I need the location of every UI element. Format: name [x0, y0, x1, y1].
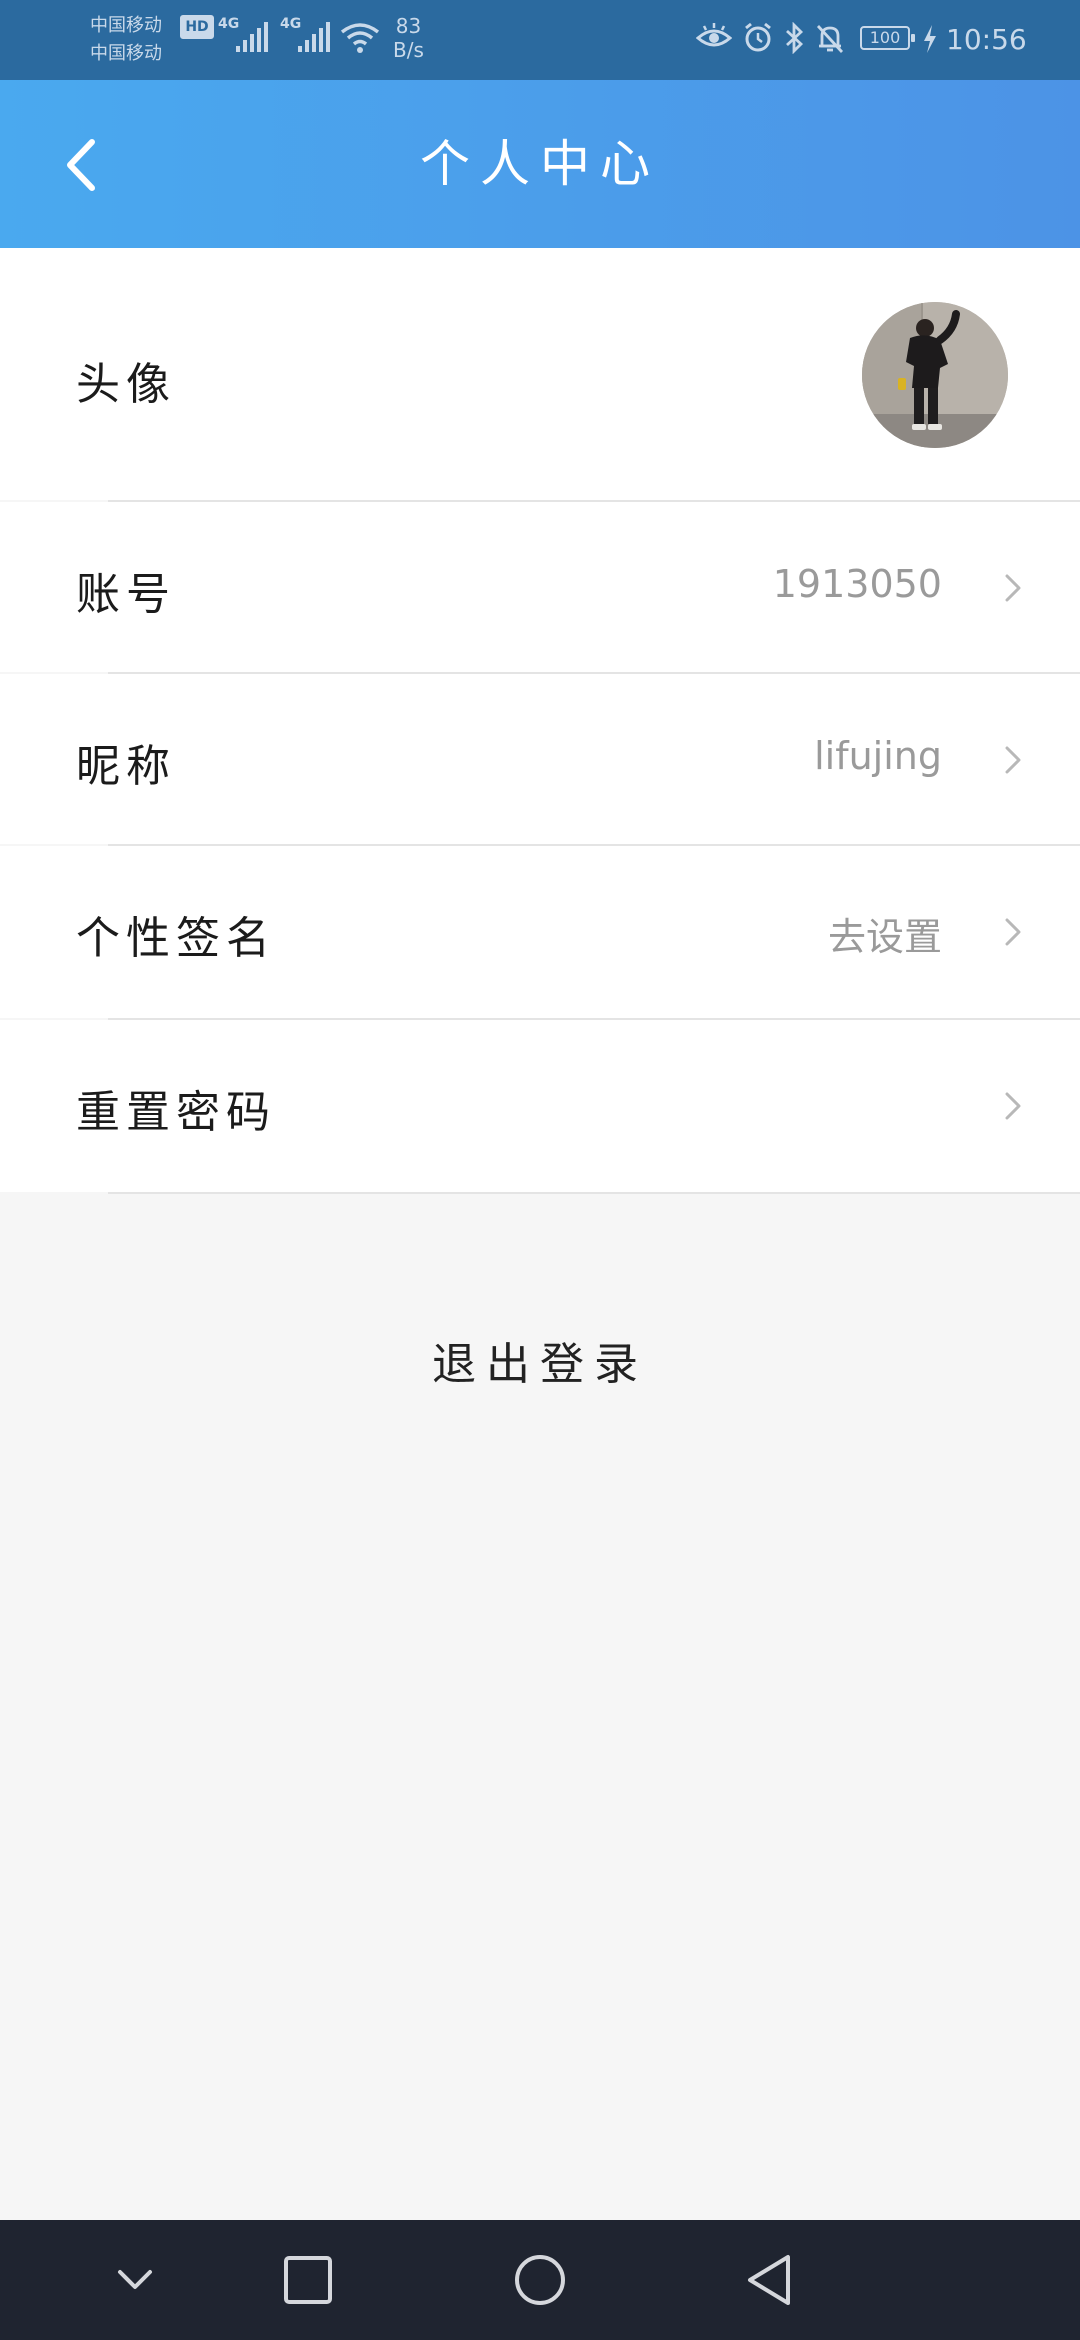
signature-label: 个性签名 — [76, 913, 276, 964]
chevron-right-icon — [1005, 574, 1021, 602]
account-label: 账号 — [76, 569, 176, 620]
account-value: 1913050 — [772, 562, 942, 606]
divider — [108, 1192, 1080, 1194]
reset-password-row[interactable]: 重置密码 — [0, 1020, 1080, 1192]
nickname-value: lifujing — [814, 734, 942, 778]
mute-icon — [814, 22, 846, 58]
battery-icon: 100 — [860, 26, 915, 50]
page-title: 个人中心 — [420, 135, 660, 193]
net-speed-value: 83 — [395, 14, 422, 38]
account-row[interactable]: 账号 1913050 — [0, 502, 1080, 672]
alarm-icon — [742, 22, 774, 58]
charging-icon — [922, 24, 938, 58]
carrier-2: 中国移动 — [90, 43, 162, 64]
app-header: 个人中心 — [0, 80, 1080, 248]
wifi-icon — [340, 22, 380, 58]
net-speed-unit: B/s — [393, 38, 424, 62]
chevron-down-icon[interactable] — [100, 2250, 170, 2310]
net-speed: 83 B/s — [393, 14, 424, 62]
status-time: 10:56 — [946, 23, 1027, 56]
square-recent-icon[interactable] — [273, 2250, 343, 2310]
avatar[interactable] — [862, 302, 1008, 448]
chevron-right-icon — [1005, 1092, 1021, 1120]
nickname-row[interactable]: 昵称 lifujing — [0, 674, 1080, 844]
chevron-right-icon — [1005, 746, 1021, 774]
reset-password-label: 重置密码 — [76, 1087, 276, 1138]
signal-1-icon: 4G — [218, 16, 274, 56]
signal-2-icon: 4G — [280, 16, 336, 56]
bluetooth-icon — [784, 21, 806, 58]
avatar-photo — [862, 302, 1008, 448]
back-button[interactable] — [50, 120, 120, 210]
circle-home-icon[interactable] — [505, 2250, 575, 2310]
carrier-info: 中国移动 中国移动 — [90, 12, 162, 68]
signature-value: 去设置 — [827, 915, 942, 959]
logout-button[interactable]: 退出登录 — [340, 1320, 740, 1410]
eye-comfort-icon — [695, 22, 733, 58]
hd-badge: HD — [180, 15, 214, 39]
nickname-label: 昵称 — [76, 741, 176, 792]
triangle-back-icon[interactable] — [735, 2250, 805, 2310]
avatar-row[interactable]: 头像 — [0, 248, 1080, 500]
status-bar: 中国移动 中国移动 HD 4G 4G 83 B/s 100 10:56 — [0, 0, 1080, 80]
chevron-right-icon — [1005, 918, 1021, 946]
chevron-left-icon — [67, 139, 95, 191]
carrier-1: 中国移动 — [90, 15, 162, 36]
signature-row[interactable]: 个性签名 去设置 — [0, 846, 1080, 1018]
navigation-bar — [0, 2220, 1080, 2340]
avatar-label: 头像 — [76, 359, 176, 410]
